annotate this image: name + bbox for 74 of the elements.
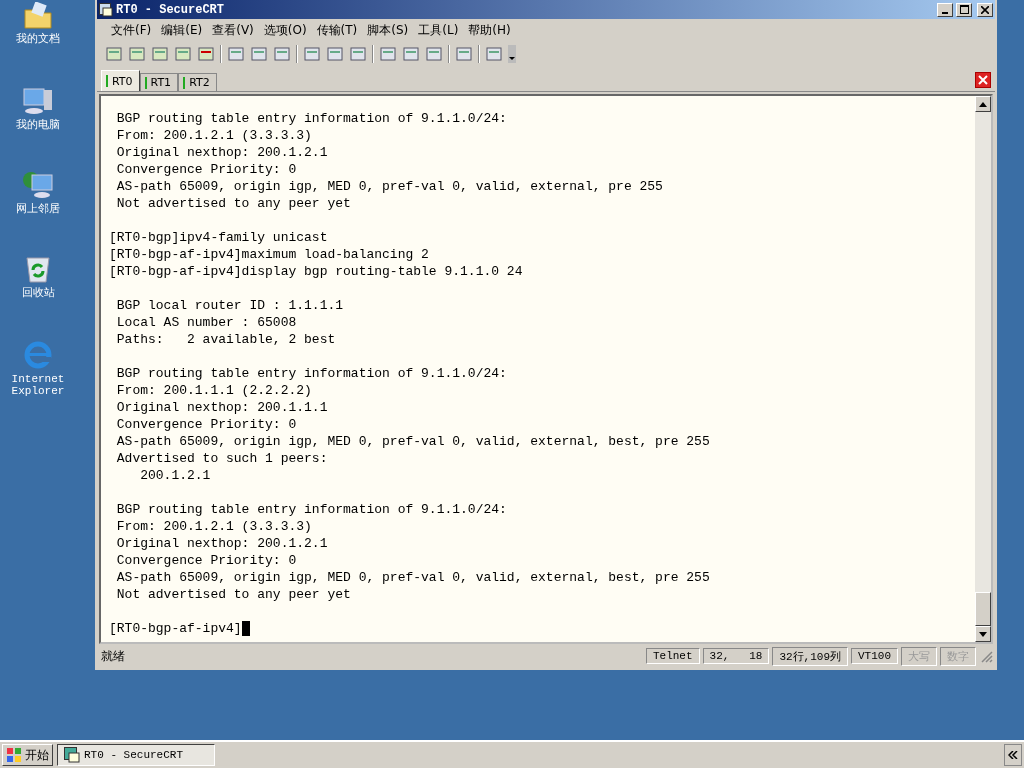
terminal-line: [RT0-bgp-af-ipv4] <box>109 620 242 637</box>
taskbar-button[interactable]: RT0 - SecureCRT <box>57 744 215 766</box>
double-chevron-icon <box>1008 751 1018 759</box>
menu-item[interactable]: 文件(F) <box>111 21 152 39</box>
terminal-line: BGP routing table entry information of 9.1.1.0/24: <box>115 110 507 127</box>
status-message: 就绪 <box>101 647 126 665</box>
desktop-icon-label[interactable]: 回收站 <box>8 287 68 299</box>
close-icon <box>981 5 989 14</box>
terminal-line: [RT0-bgp]ipv4-family unicast <box>109 229 328 246</box>
status-cell: 32, 18 <box>702 648 770 664</box>
close-button[interactable] <box>977 2 993 17</box>
computer-icon[interactable] <box>22 86 54 116</box>
maximize-icon <box>959 5 969 14</box>
terminal-line: Original nexthop: 200.1.2.1 <box>115 144 328 161</box>
menu-item[interactable]: 传输(T) <box>316 21 358 39</box>
terminal-line: 200.1.2.1 <box>139 467 211 484</box>
terminal-line: From: 200.1.2.1 (3.3.3.3) <box>115 127 312 144</box>
close-icon <box>978 75 988 85</box>
menu-item[interactable]: 查看(V) <box>212 21 254 39</box>
down-arrow-icon[interactable] <box>979 631 987 637</box>
terminal-line: AS-path 65009, origin igp, MED 0, pref-val 0, valid, external, best, pre 255 <box>115 569 710 586</box>
desktop-icon-label[interactable]: 我的文档 <box>8 33 68 45</box>
session-tab[interactable]: RT1 <box>139 73 179 91</box>
terminal-line: Convergence Priority: 0 <box>115 552 297 569</box>
vertical-scrollbar[interactable] <box>975 96 991 642</box>
terminal-line: From: 200.1.2.1 (3.3.3.3) <box>115 518 312 535</box>
desktop-icon-label[interactable]: 网上邻居 <box>8 203 68 215</box>
menu-item[interactable]: 工具(L) <box>418 21 459 39</box>
windows-logo-icon <box>6 747 22 763</box>
desktop-icon-label[interactable]: 我的电脑 <box>8 119 68 131</box>
terminal-line: Advertised to such 1 peers: <box>115 450 328 467</box>
terminal-line: [RT0-bgp-af-ipv4]maximum load-balancing 2 <box>109 246 429 263</box>
terminal-line: Not advertised to any peer yet <box>115 586 351 603</box>
terminal-line: BGP routing table entry information of 9.1.1.0/24: <box>115 501 507 518</box>
terminal-line: Original nexthop: 200.1.1.1 <box>115 399 328 416</box>
desktop-icon-label[interactable]: Internet Explorer <box>8 373 68 397</box>
minimize-button[interactable] <box>937 2 953 17</box>
terminal-line: Not advertised to any peer yet <box>115 195 351 212</box>
minimize-icon <box>942 11 948 14</box>
text-cursor <box>241 621 250 636</box>
menu-item[interactable]: 帮助(H) <box>468 21 511 39</box>
menu-item[interactable]: 编辑(E) <box>161 21 203 39</box>
terminal-line: AS-path 65009, origin igp, MED 0, pref-val 0, valid, external, pre 255 <box>115 178 663 195</box>
maximize-button[interactable] <box>956 2 972 17</box>
terminal-line: Original nexthop: 200.1.2.1 <box>115 535 328 552</box>
session-tab[interactable]: RT0 <box>101 70 140 91</box>
dropdown-icon[interactable] <box>508 45 516 63</box>
status-cell: 32行,109列 <box>772 646 848 666</box>
menu-item[interactable]: 选项(O) <box>263 21 307 39</box>
terminal-line: Convergence Priority: 0 <box>115 161 297 178</box>
menu-item[interactable]: 脚本(S) <box>367 21 409 39</box>
terminal-line: From: 200.1.1.1 (2.2.2.2) <box>115 382 312 399</box>
window-title: RT0 - SecureCRT <box>116 2 225 17</box>
close-tab-button[interactable] <box>975 72 991 88</box>
status-cell: 数字 <box>940 646 976 666</box>
app-icon <box>99 2 113 17</box>
terminal-line: BGP local router ID : 1.1.1.1 <box>115 297 344 314</box>
terminal-line: Paths: 2 available, 2 best <box>115 331 336 348</box>
terminal-line: AS-path 65009, origin igp, MED 0, pref-val 0, valid, external, best, pre 255 <box>115 433 710 450</box>
scrollbar-thumb[interactable] <box>975 592 991 626</box>
up-arrow-icon[interactable] <box>979 101 987 107</box>
terminal-line: [RT0-bgp-af-ipv4]display bgp routing-table 9.1.1.0 24 <box>109 263 523 280</box>
recycle-bin-icon[interactable] <box>24 254 52 284</box>
status-cell: VT100 <box>851 648 898 664</box>
status-cell: Telnet <box>645 648 700 664</box>
session-tab[interactable]: RT2 <box>178 73 217 91</box>
expand-tray-button[interactable] <box>1004 744 1022 766</box>
terminal-line: Local AS number : 65008 <box>115 314 297 331</box>
terminal-line: Convergence Priority: 0 <box>115 416 297 433</box>
start-button[interactable]: 开始 <box>2 744 53 766</box>
network-icon[interactable] <box>22 170 54 200</box>
app-icon <box>64 747 80 763</box>
resize-grip-icon[interactable] <box>979 649 993 663</box>
terminal-line: BGP routing table entry information of 9.1.1.0/24: <box>115 365 507 382</box>
